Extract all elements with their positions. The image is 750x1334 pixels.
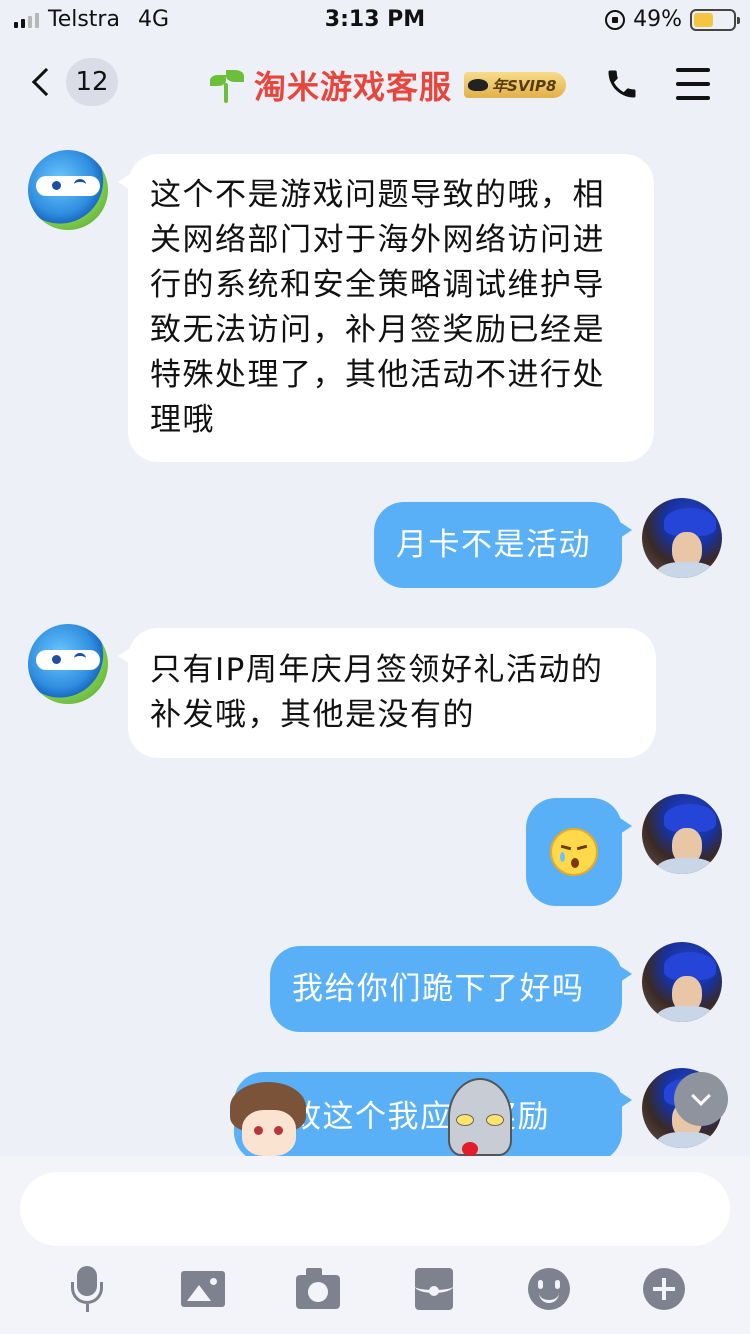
chevron-down-icon: [691, 1086, 711, 1106]
battery-fill: [694, 12, 713, 27]
battery-percent: 49%: [633, 7, 682, 32]
phone-icon[interactable]: [604, 66, 640, 102]
user-avatar[interactable]: [642, 794, 722, 874]
emoji-icon[interactable]: [524, 1264, 574, 1314]
red-packet-icon[interactable]: [409, 1264, 459, 1314]
chat-title-group[interactable]: 淘米游戏客服 年SVIP8: [208, 62, 567, 108]
message-bubble-outgoing[interactable]: [526, 798, 632, 906]
message-text: 只有IP周年庆月签领好礼活动的补发哦，其他是没有的: [150, 652, 604, 733]
plus-icon[interactable]: [639, 1264, 689, 1314]
message-bubble-outgoing[interactable]: 月卡不是活动: [374, 502, 632, 588]
user-avatar[interactable]: [642, 498, 722, 578]
ultraman-sticker: [432, 1072, 528, 1156]
microphone-icon[interactable]: [62, 1264, 112, 1314]
input-toolbar: [0, 1264, 750, 1314]
input-panel: [0, 1156, 750, 1334]
camera-icon[interactable]: [293, 1264, 343, 1314]
message-text: 这个不是游戏问题导致的哦，相关网络部门对于海外网络访问进行的系统和安全策略调试维…: [150, 177, 605, 438]
message-list[interactable]: 这个不是游戏问题导致的哦，相关网络部门对于海外网络访问进行的系统和安全策略调试维…: [0, 128, 750, 1156]
service-avatar[interactable]: [28, 624, 108, 704]
battery-icon: [690, 8, 740, 31]
status-right: 49%: [605, 7, 740, 32]
sprout-icon: [208, 67, 244, 103]
message-text: 月卡不是活动: [396, 526, 591, 563]
message-bubble-incoming[interactable]: 这个不是游戏问题导致的哦，相关网络部门对于海外网络访问进行的系统和安全策略调试维…: [118, 154, 654, 462]
anime-boy-sticker: [226, 1076, 310, 1156]
message-bubble-incoming[interactable]: 只有IP周年庆月签领好礼活动的补发哦，其他是没有的: [118, 628, 656, 758]
chat-header: 12 淘米游戏客服 年SVIP8: [0, 40, 750, 128]
unread-count-badge: 12: [66, 58, 118, 106]
message-bubble-outgoing[interactable]: 我给你们跪下了好吗: [270, 946, 632, 1032]
chevron-left-icon: [31, 67, 61, 97]
orientation-lock-icon: [605, 9, 626, 30]
scroll-to-bottom-button[interactable]: [674, 1072, 728, 1126]
service-avatar[interactable]: [28, 150, 108, 230]
status-bar: Telstra 4G 3:13 PM 49%: [0, 0, 750, 40]
menu-icon[interactable]: [676, 68, 710, 100]
crying-face-emoji-icon: [550, 828, 598, 876]
image-icon[interactable]: [178, 1264, 228, 1314]
message-text: 我给你们跪下了好吗: [292, 970, 585, 1007]
back-button[interactable]: 12: [24, 58, 118, 106]
svip-badge: 年SVIP8: [464, 72, 567, 98]
chat-title: 淘米游戏客服: [254, 68, 453, 106]
user-avatar[interactable]: [642, 942, 722, 1022]
message-input[interactable]: [20, 1172, 730, 1246]
